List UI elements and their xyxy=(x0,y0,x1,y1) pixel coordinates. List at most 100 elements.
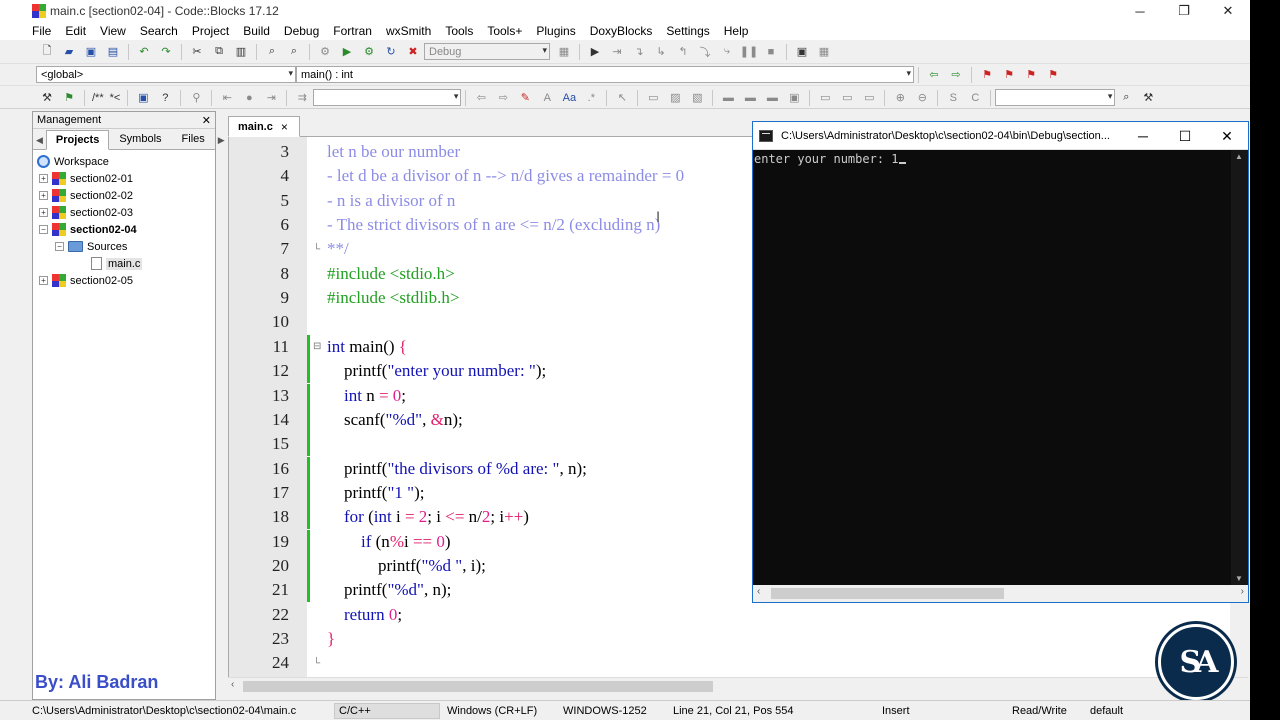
run-chm-icon[interactable]: ? xyxy=(157,90,173,106)
abort-icon[interactable]: ✖ xyxy=(405,44,421,60)
rect-shape-icon[interactable]: ▭ xyxy=(645,90,661,106)
text-box-icon[interactable]: ▧ xyxy=(689,90,705,106)
collapse-icon[interactable]: − xyxy=(39,225,48,234)
build-target-select[interactable]: Debug ▾ xyxy=(424,43,550,60)
console-close-button[interactable]: ✕ xyxy=(1206,122,1248,150)
expand-icon[interactable]: + xyxy=(39,276,48,285)
jump-forward-icon[interactable]: ⇨ xyxy=(948,67,964,83)
debug-windows-icon[interactable]: ▣ xyxy=(794,44,810,60)
previous-bookmark-icon[interactable]: ⚑ xyxy=(1001,67,1017,83)
shape-c-icon[interactable]: ▭ xyxy=(861,90,877,106)
menu-plugins[interactable]: Plugins xyxy=(536,24,575,38)
run-html-icon[interactable]: ▣ xyxy=(135,90,151,106)
scroll-down-icon[interactable]: ▼ xyxy=(1235,574,1243,583)
restore-button[interactable]: ❐ xyxy=(1162,0,1206,22)
function-select[interactable]: main() : int ▾ xyxy=(296,66,914,83)
symbol-settings-icon[interactable]: ⚒ xyxy=(1140,90,1156,106)
menu-settings[interactable]: Settings xyxy=(666,24,709,38)
build-gear-icon[interactable]: ⚙ xyxy=(317,44,333,60)
debug-stop-icon[interactable]: ■ xyxy=(763,44,779,60)
tree-project[interactable]: + section02-02 xyxy=(33,187,215,204)
menu-doxyblocks[interactable]: DoxyBlocks xyxy=(590,24,653,38)
zoom-in-icon[interactable]: ⊕ xyxy=(892,90,908,106)
menu-debug[interactable]: Debug xyxy=(284,24,319,38)
menu-fortran[interactable]: Fortran xyxy=(333,24,372,38)
paste-icon[interactable]: ▥ xyxy=(233,44,249,60)
search-prev-icon[interactable]: ⇦ xyxy=(473,90,489,106)
spell-c-icon[interactable]: C xyxy=(967,90,983,106)
symbol-search-input[interactable]: ▾ xyxy=(995,89,1116,106)
highlight-marker-icon[interactable]: ✎ xyxy=(517,90,533,106)
select-found-icon[interactable]: A xyxy=(539,90,555,106)
tree-project-active[interactable]: − section02-04 xyxy=(33,221,215,238)
shape-a-icon[interactable]: ▭ xyxy=(817,90,833,106)
tree-sources-folder[interactable]: − Sources xyxy=(33,238,215,255)
tabs-right-icon[interactable]: ▶ xyxy=(215,132,228,149)
menu-edit[interactable]: Edit xyxy=(65,24,86,38)
zoom-out-icon[interactable]: ⊖ xyxy=(914,90,930,106)
scroll-left-icon[interactable]: ‹ xyxy=(757,586,760,597)
copy-icon[interactable]: ⧉ xyxy=(211,44,227,60)
menu-search[interactable]: Search xyxy=(140,24,178,38)
menu-project[interactable]: Project xyxy=(192,24,229,38)
tree-project[interactable]: + section02-05 xyxy=(33,272,215,289)
editor-horizontal-scrollbar[interactable]: ‹ xyxy=(228,677,1248,694)
replace-icon[interactable]: ⌕ xyxy=(286,44,302,60)
jump-back-icon[interactable]: ⇦ xyxy=(926,67,942,83)
debug-run-to-cursor-icon[interactable]: ⇥ xyxy=(609,44,625,60)
scope-select[interactable]: <global> ▾ xyxy=(36,66,296,83)
collapse-icon[interactable]: − xyxy=(55,242,64,251)
incremental-search-input[interactable]: ▾ xyxy=(313,89,462,106)
scroll-up-icon[interactable]: ▲ xyxy=(1235,152,1243,161)
line-comment-button[interactable]: *< xyxy=(110,90,121,106)
run-icon[interactable]: ▶ xyxy=(339,44,355,60)
expand-icon[interactable]: + xyxy=(39,208,48,217)
layout-3-icon[interactable]: ▬ xyxy=(764,90,780,106)
scroll-left-icon[interactable]: ‹ xyxy=(231,679,234,690)
close-tab-icon[interactable]: × xyxy=(281,120,288,134)
config-wrench-icon[interactable]: ⚲ xyxy=(188,90,204,106)
tab-files[interactable]: Files xyxy=(172,129,215,149)
new-file-icon[interactable]: 🗋 xyxy=(39,44,55,60)
symbol-search-icon[interactable]: ⌕ xyxy=(1118,90,1134,106)
doxywizard-icon[interactable]: ⚒ xyxy=(39,90,55,106)
undo-icon[interactable]: ↶ xyxy=(136,44,152,60)
incremental-search-icon[interactable]: ⇉ xyxy=(294,90,310,106)
console-maximize-button[interactable]: ☐ xyxy=(1164,122,1206,150)
extract-docs-icon[interactable]: ⚑ xyxy=(61,90,77,106)
tree-project[interactable]: + section02-01 xyxy=(33,170,215,187)
debug-next-line-icon[interactable]: ↴ xyxy=(631,44,647,60)
debug-step-into-instruction-icon[interactable]: ⤷ xyxy=(719,44,735,60)
console-window[interactable]: C:\Users\Administrator\Desktop\c\section… xyxy=(752,121,1249,603)
next-occurrence-icon[interactable]: ⇥ xyxy=(263,90,279,106)
menu-tools-plus[interactable]: Tools+ xyxy=(487,24,522,38)
find-icon[interactable]: ⌕ xyxy=(264,44,280,60)
match-case-icon[interactable]: Aa xyxy=(561,90,577,106)
console-minimize-button[interactable]: ─ xyxy=(1122,122,1164,150)
code-line[interactable]: 24 └ xyxy=(229,651,1249,675)
cut-icon[interactable]: ✂ xyxy=(189,44,205,60)
menu-build[interactable]: Build xyxy=(243,24,270,38)
layout-2-icon[interactable]: ▬ xyxy=(742,90,758,106)
menu-view[interactable]: View xyxy=(100,24,126,38)
highlight-occurrence-icon[interactable]: ● xyxy=(241,90,257,106)
block-comment-button[interactable]: /** xyxy=(92,90,104,106)
menu-wxsmith[interactable]: wxSmith xyxy=(386,24,431,38)
pointer-icon[interactable]: ↖ xyxy=(614,90,630,106)
next-bookmark-icon[interactable]: ⚑ xyxy=(1023,67,1039,83)
tree-file[interactable]: main.c xyxy=(33,255,215,272)
menu-tools[interactable]: Tools xyxy=(445,24,473,38)
debug-step-out-icon[interactable]: ↰ xyxy=(675,44,691,60)
redo-icon[interactable]: ↷ xyxy=(158,44,174,60)
editor-tab-main-c[interactable]: main.c × xyxy=(228,116,300,137)
show-target-dialog-icon[interactable]: ▦ xyxy=(556,44,572,60)
rebuild-icon[interactable]: ↻ xyxy=(383,44,399,60)
search-next-icon[interactable]: ⇨ xyxy=(495,90,511,106)
regex-icon[interactable]: .* xyxy=(583,90,599,106)
debug-next-instruction-icon[interactable]: ⤵ xyxy=(697,44,713,60)
expand-icon[interactable]: + xyxy=(39,174,48,183)
scroll-thumb[interactable] xyxy=(243,681,713,692)
console-horizontal-scrollbar[interactable]: ‹ › xyxy=(753,585,1248,602)
layout-4-icon[interactable]: ▣ xyxy=(786,90,802,106)
tabs-left-icon[interactable]: ◀ xyxy=(33,132,46,149)
